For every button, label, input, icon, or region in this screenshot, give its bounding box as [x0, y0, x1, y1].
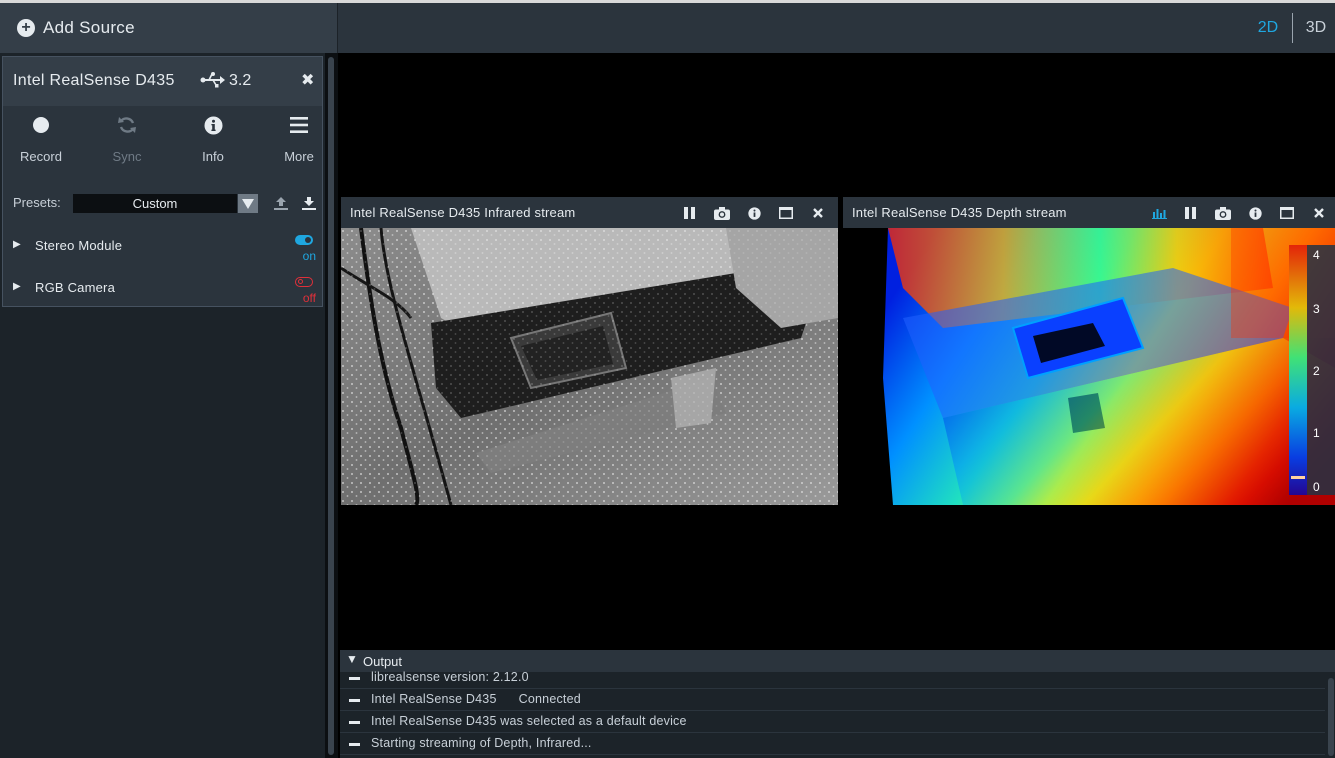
usb-icon	[200, 72, 225, 88]
device-name: Intel RealSense D435	[13, 72, 175, 89]
more-button[interactable]: More	[264, 113, 334, 164]
depth-stream-viewer: Intel RealSense D435 Depth stream 4 3 2 …	[843, 197, 1335, 505]
log-text: librealsense version: 2.12.0	[371, 670, 529, 684]
stream-title: Intel RealSense D435 Depth stream	[852, 205, 1067, 220]
maximize-icon[interactable]	[1271, 204, 1303, 222]
log-dash-icon	[349, 743, 360, 746]
infrared-image[interactable]	[341, 228, 838, 505]
stream-header: Intel RealSense D435 Depth stream	[843, 197, 1335, 228]
info-icon[interactable]	[738, 204, 770, 222]
close-icon[interactable]	[802, 204, 834, 222]
log-dash-icon	[349, 699, 360, 702]
log-line: librealsense version: 2.12.0	[340, 667, 1325, 689]
record-button[interactable]: Record	[6, 113, 76, 164]
device-header: Intel RealSense D435 3.2 ✖	[3, 57, 322, 106]
log-line: Starting streaming of Depth, Infrared...	[340, 733, 1325, 755]
depth-image[interactable]: 4 3 2 1 0	[843, 228, 1335, 505]
download-icon[interactable]	[301, 195, 317, 211]
close-icon[interactable]	[1303, 204, 1335, 222]
sensor-name: Stereo Module	[35, 238, 123, 253]
expand-triangle-icon[interactable]: ▶	[13, 239, 21, 250]
more-label: More	[284, 149, 314, 164]
log-dash-icon	[349, 677, 360, 680]
device-card: Intel RealSense D435 3.2 ✖ Record Sync I…	[2, 56, 323, 307]
mode-2d-button[interactable]: 2D	[1246, 3, 1290, 53]
mode-3d-button[interactable]: 3D	[1296, 3, 1335, 53]
sensor-name: RGB Camera	[35, 280, 116, 295]
camera-icon[interactable]	[706, 204, 738, 222]
plus-circle-icon: +	[17, 19, 35, 37]
log-text: Starting streaming of Depth, Infrared...	[371, 736, 592, 750]
colorbar-tick: 0	[1313, 480, 1320, 494]
hamburger-menu-icon	[290, 117, 308, 133]
sync-button[interactable]: Sync	[92, 113, 162, 164]
mode-separator	[1292, 13, 1293, 43]
sensor-row-stereo-module[interactable]: ▶ Stereo Module on	[3, 235, 322, 271]
add-source-label: Add Source	[43, 18, 135, 37]
collapse-triangle-icon[interactable]: ▼	[346, 652, 358, 666]
stream-header: Intel RealSense D435 Infrared stream	[341, 197, 838, 228]
colorbar-tick: 3	[1313, 302, 1320, 316]
sensor-toggle-on[interactable]	[295, 235, 313, 245]
sensor-toggle-off[interactable]	[295, 277, 313, 287]
stream-toolbar	[1143, 204, 1335, 222]
log-text: Intel RealSense D435 was selected as a d…	[371, 714, 687, 728]
log-line: Intel RealSense D435 was selected as a d…	[340, 711, 1325, 733]
info-button[interactable]: Info	[178, 113, 248, 164]
stream-toolbar	[674, 204, 834, 222]
info-icon	[204, 116, 222, 134]
close-icon[interactable]: ✖	[301, 70, 314, 90]
sensor-state: off	[302, 291, 316, 305]
info-icon[interactable]	[1239, 204, 1271, 222]
output-scrollbar[interactable]	[1328, 678, 1334, 756]
colorbar-tick: 4	[1313, 248, 1320, 262]
sensor-row-rgb-camera[interactable]: ▶ RGB Camera off	[3, 277, 322, 313]
pause-icon[interactable]	[674, 204, 706, 222]
log-line: Intel RealSense D435 Connected	[340, 689, 1325, 711]
record-label: Record	[20, 149, 62, 164]
histogram-icon[interactable]	[1143, 204, 1175, 222]
chevron-down-icon	[242, 198, 254, 209]
usb-version: 3.2	[229, 72, 252, 89]
expand-triangle-icon[interactable]: ▶	[13, 281, 21, 292]
log-text: Intel RealSense D435 Connected	[371, 692, 581, 706]
info-label: Info	[202, 149, 224, 164]
presets-dropdown-arrow[interactable]	[238, 194, 258, 213]
stream-title: Intel RealSense D435 Infrared stream	[350, 205, 576, 220]
record-icon	[33, 117, 49, 133]
colorbar-tick: 1	[1313, 426, 1320, 440]
colorbar-tick: 2	[1313, 364, 1320, 378]
pause-icon[interactable]	[1175, 204, 1207, 222]
add-source-button[interactable]: + Add Source	[0, 3, 338, 53]
sync-icon	[118, 117, 136, 133]
maximize-icon[interactable]	[770, 204, 802, 222]
presets-label: Presets:	[13, 195, 61, 210]
output-panel: ▼ Output librealsense version: 2.12.0 In…	[340, 650, 1335, 758]
log-dash-icon	[349, 721, 360, 724]
camera-icon[interactable]	[1207, 204, 1239, 222]
sensor-state: on	[302, 249, 316, 263]
presets-select[interactable]: Custom	[73, 194, 237, 213]
infrared-stream-viewer: Intel RealSense D435 Infrared stream	[341, 197, 838, 505]
sync-label: Sync	[112, 149, 142, 164]
upload-icon[interactable]	[273, 195, 289, 211]
